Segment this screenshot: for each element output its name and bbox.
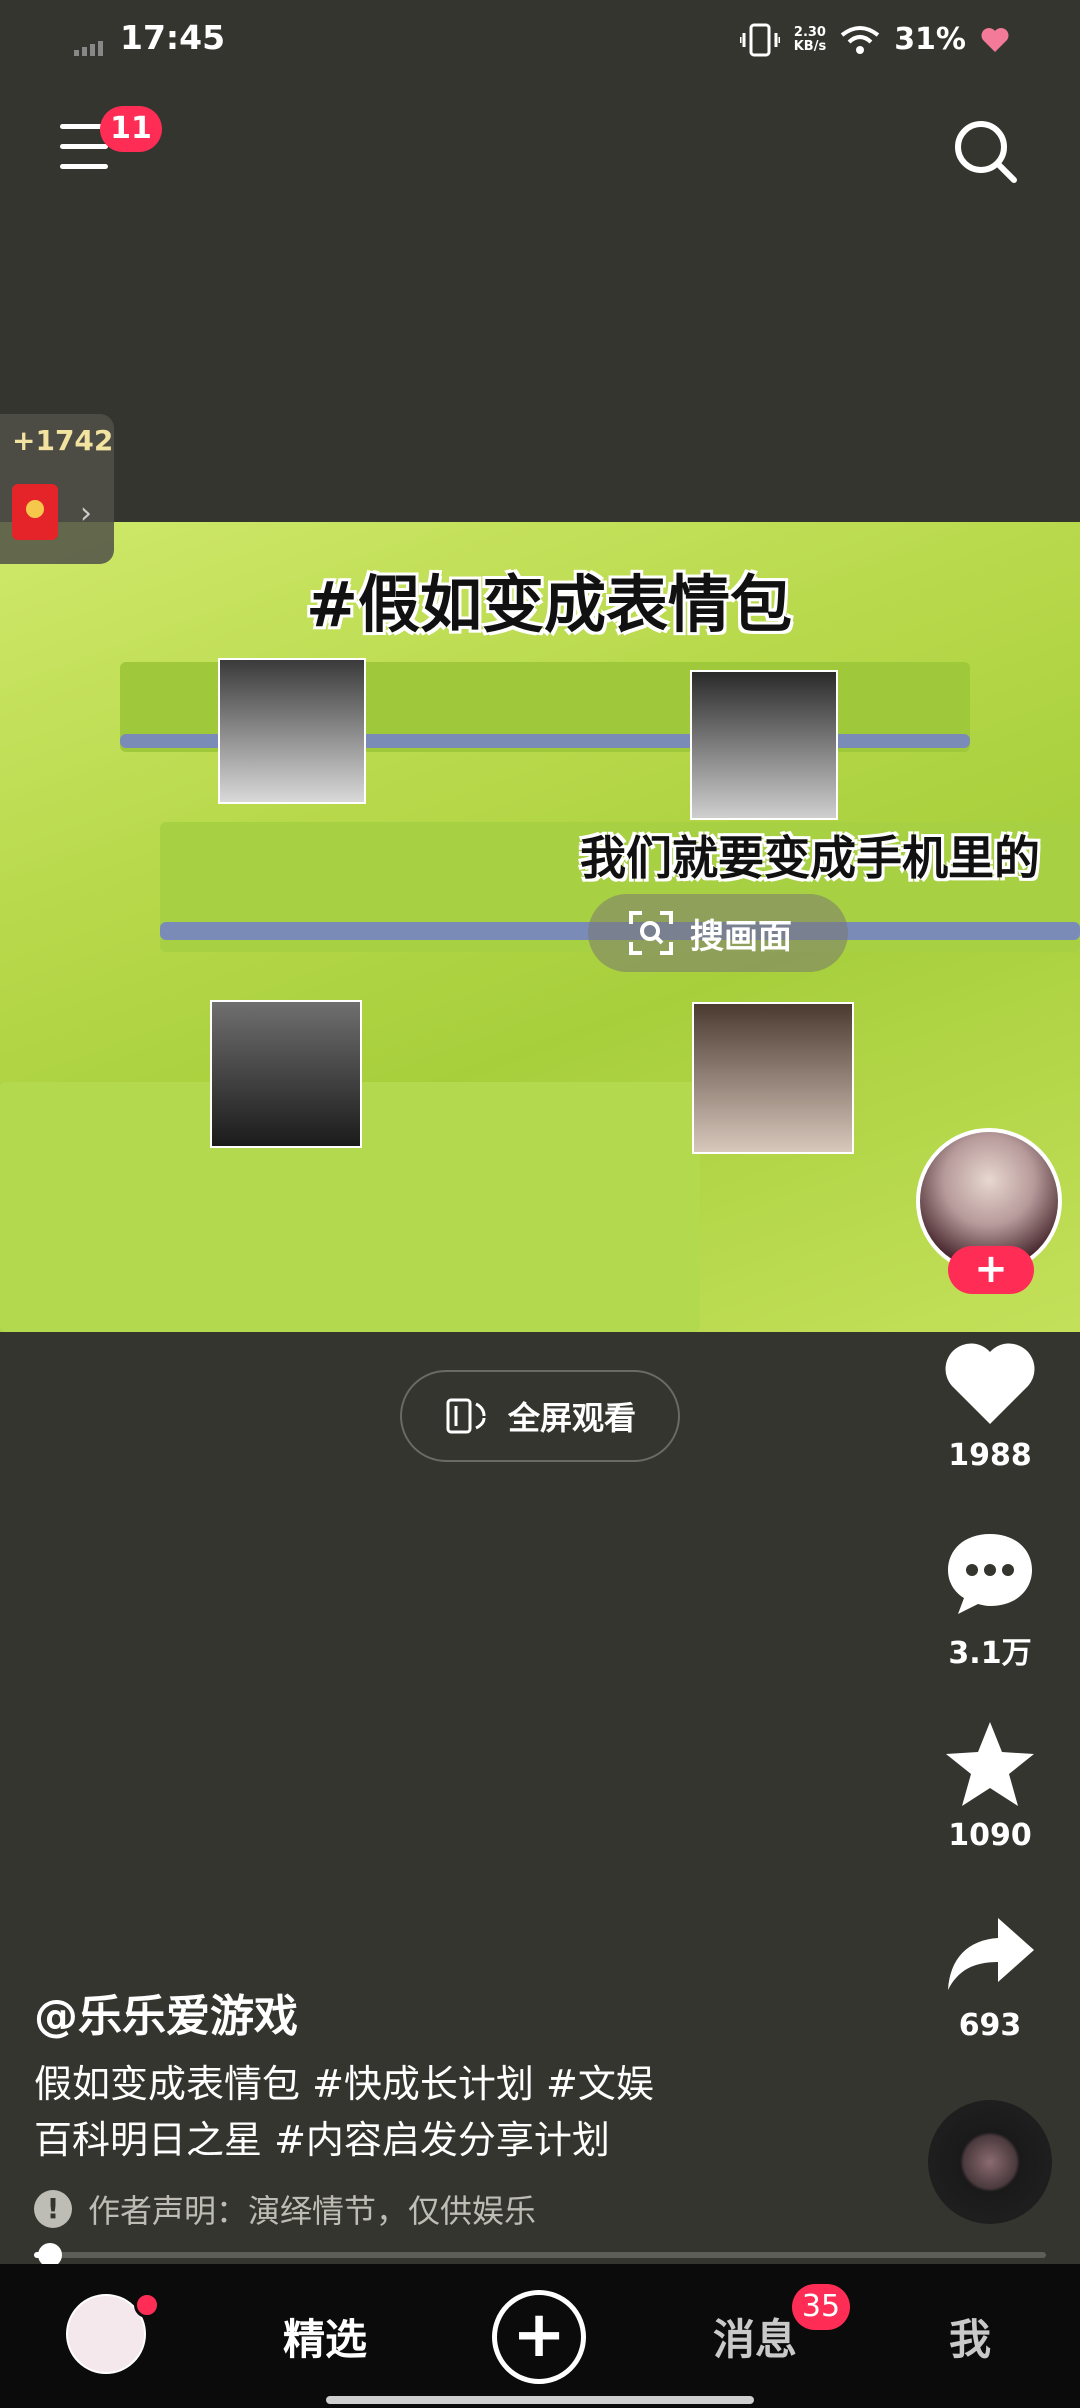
notice-text: 作者声明：演绎情节，仅供娱乐 (88, 2192, 537, 2230)
share-arrow-icon (948, 1918, 1034, 1990)
search-frame-label: 搜画面 (690, 916, 792, 957)
like-button[interactable]: 1988 (930, 1340, 1050, 1473)
comment-button[interactable]: 3.1万 (930, 1530, 1050, 1672)
meme-photo (210, 1000, 362, 1148)
share-button[interactable]: 693 (930, 1910, 1050, 2043)
favorite-count: 1090 (948, 1818, 1032, 1853)
progress-bar[interactable] (34, 2243, 1046, 2267)
wifi-icon (840, 25, 880, 54)
rotate-phone-icon (446, 1398, 486, 1434)
menu-bar (60, 144, 108, 149)
meme-photo (690, 670, 838, 820)
menu-badge: 11 (100, 106, 162, 152)
music-disc[interactable] (928, 2100, 1052, 2224)
video-title-overlay: #假如变成表情包 (306, 568, 792, 641)
status-bar: 17:45 2.30 KB/s 31% (0, 18, 1080, 68)
comment-count: 3.1万 (948, 1636, 1032, 1671)
screen: 17:45 2.30 KB/s 31% 11 #假如变成表情包 我们就要变成手机… (0, 0, 1080, 2408)
home-indicator[interactable] (326, 2396, 754, 2404)
bottom-nav: 精选 + 消息 35 我 (0, 2264, 1080, 2408)
chevron-right-icon: › (80, 496, 92, 531)
search-frame-button[interactable]: 搜画面 (588, 894, 848, 972)
follow-button[interactable]: + (948, 1246, 1034, 1294)
scan-search-icon (629, 911, 673, 955)
tab-me[interactable]: 我 (920, 2264, 1020, 2408)
author-notice: ! 作者声明：演绎情节，仅供娱乐 (34, 2186, 536, 2232)
coin-widget[interactable]: +1742 › (0, 414, 114, 564)
star-icon (946, 1722, 1034, 1806)
tab-featured[interactable]: 精选 (240, 2264, 410, 2408)
menu-bar (60, 164, 108, 169)
video-description: 假如变成表情包 #快成长计划 #文娱 百科明日之星 #内容启发分享计划 (34, 2056, 914, 2168)
battery-percent: 31% (894, 22, 966, 57)
vibrate-icon (739, 23, 780, 56)
red-envelope-icon (12, 484, 58, 540)
net-speed: 2.30 KB/s (793, 24, 827, 54)
messages-badge: 35 (792, 2284, 850, 2330)
author-name[interactable]: @乐乐爱游戏 (34, 1980, 298, 2044)
search-icon[interactable] (950, 116, 1020, 186)
signal-icon (74, 41, 103, 56)
video-subtitle-overlay: 我们就要变成手机里的 (580, 831, 1040, 885)
heart-icon (945, 1343, 1035, 1424)
comment-icon (948, 1534, 1032, 1614)
description-line: 百科明日之星 #内容启发分享计划 (34, 2118, 610, 2162)
favorite-button[interactable]: 1090 (930, 1720, 1050, 1853)
status-time: 17:45 (120, 18, 226, 57)
meme-photo (692, 1002, 854, 1154)
coin-value: +1742 (12, 424, 114, 457)
fullscreen-label: 全屏观看 (507, 1399, 636, 1437)
share-count: 693 (958, 2008, 1022, 2043)
fullscreen-button[interactable]: 全屏观看 (400, 1370, 680, 1462)
info-icon: ! (34, 2190, 72, 2228)
create-button[interactable]: + (492, 2290, 586, 2384)
net-speed-value: 2.30 (793, 24, 826, 40)
battery-heart-icon (981, 27, 1009, 52)
like-count: 1988 (948, 1438, 1032, 1473)
meme-photo (218, 658, 366, 804)
net-speed-unit: KB/s (793, 38, 827, 54)
description-line: 假如变成表情包 #快成长计划 #文娱 (34, 2062, 654, 2106)
notification-dot (134, 2292, 160, 2318)
